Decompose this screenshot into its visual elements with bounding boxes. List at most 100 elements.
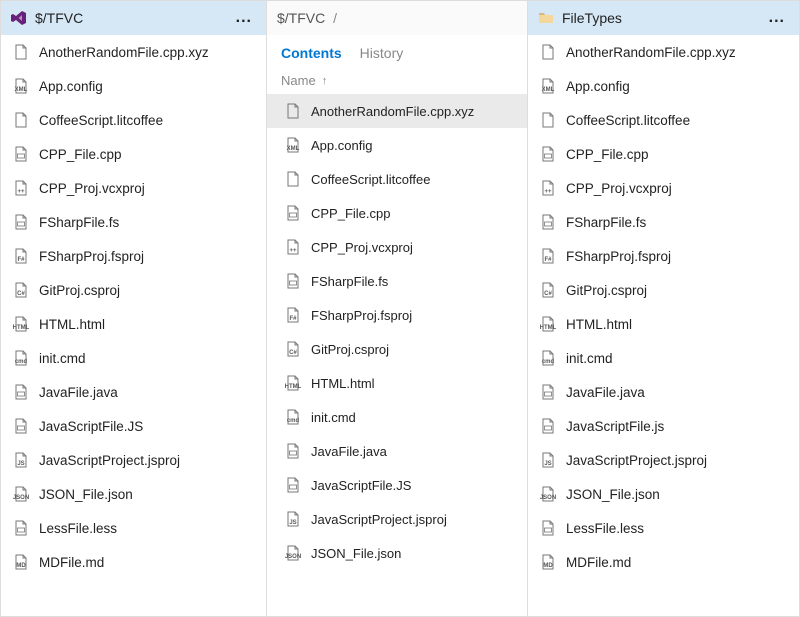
- file-name: CPP_Proj.vcxproj: [311, 240, 413, 255]
- file-name: FSharpFile.fs: [566, 215, 646, 230]
- svg-text:XML: XML: [287, 146, 300, 152]
- svg-text:XML: XML: [15, 87, 28, 93]
- file-item[interactable]: XML App.config: [1, 69, 266, 103]
- file-item[interactable]: FSharpFile.fs: [528, 205, 799, 239]
- file-item[interactable]: LessFile.less: [528, 511, 799, 545]
- file-item[interactable]: CPP_File.cpp: [267, 196, 527, 230]
- file-name: CPP_File.cpp: [39, 147, 122, 162]
- file-item[interactable]: JSONJSON_File.json: [267, 536, 527, 570]
- file-item[interactable]: C#GitProj.csproj: [528, 273, 799, 307]
- csproj-icon: C#: [13, 282, 29, 298]
- file-name: App.config: [39, 79, 103, 94]
- file-item[interactable]: XML App.config: [267, 128, 527, 162]
- file-item[interactable]: JavaFile.java: [528, 375, 799, 409]
- file-item[interactable]: CPP_File.cpp: [1, 137, 266, 171]
- file-item[interactable]: JSONJSON_File.json: [528, 477, 799, 511]
- file-item[interactable]: JSJavaScriptProject.jsproj: [528, 443, 799, 477]
- file-item[interactable]: MDMDFile.md: [528, 545, 799, 579]
- file-item[interactable]: cmdinit.cmd: [267, 400, 527, 434]
- file-item[interactable]: F#FSharpProj.fsproj: [1, 239, 266, 273]
- file-item[interactable]: F#FSharpProj.fsproj: [267, 298, 527, 332]
- svg-text:++: ++: [544, 189, 552, 195]
- file-name: GitProj.csproj: [311, 342, 389, 357]
- svg-text:JS: JS: [17, 461, 24, 467]
- xml-icon: XML: [285, 137, 301, 153]
- file-item[interactable]: MDMDFile.md: [1, 545, 266, 579]
- left-more-button[interactable]: ...: [232, 9, 256, 27]
- file-item[interactable]: JSJavaScriptProject.jsproj: [267, 502, 527, 536]
- file-name: init.cmd: [566, 351, 613, 366]
- file-item[interactable]: JavaFile.java: [1, 375, 266, 409]
- file-name: JavaScriptProject.jsproj: [39, 453, 180, 468]
- file-item[interactable]: C# GitProj.csproj: [267, 332, 527, 366]
- file-item[interactable]: HTMLHTML.html: [267, 366, 527, 400]
- csproj-icon: C#: [540, 282, 556, 298]
- file-name: JSON_File.json: [39, 487, 133, 502]
- java-icon: [285, 443, 301, 459]
- proj-icon: ++: [13, 180, 29, 196]
- file-item[interactable]: F#FSharpProj.fsproj: [528, 239, 799, 273]
- tab-history[interactable]: History: [360, 45, 404, 61]
- file-item[interactable]: cmdinit.cmd: [1, 341, 266, 375]
- file-name: FSharpFile.fs: [39, 215, 119, 230]
- file-name: CPP_Proj.vcxproj: [39, 181, 145, 196]
- file-item[interactable]: JavaScriptFile.JS: [267, 468, 527, 502]
- cpp-icon: [13, 146, 29, 162]
- file-item[interactable]: cmdinit.cmd: [528, 341, 799, 375]
- cpp-icon: [540, 146, 556, 162]
- file-item[interactable]: CoffeeScript.litcoffee: [528, 103, 799, 137]
- svg-text:C#: C#: [289, 350, 297, 356]
- file-item[interactable]: AnotherRandomFile.cpp.xyz: [1, 35, 266, 69]
- right-more-button[interactable]: ...: [765, 9, 789, 27]
- file-item[interactable]: JavaScriptFile.JS: [1, 409, 266, 443]
- svg-text:cmd: cmd: [287, 418, 300, 424]
- file-item[interactable]: ++CPP_Proj.vcxproj: [528, 171, 799, 205]
- proj-icon: ++: [285, 239, 301, 255]
- file-item[interactable]: CoffeeScript.litcoffee: [1, 103, 266, 137]
- file-item[interactable]: ++ CPP_Proj.vcxproj: [1, 171, 266, 205]
- file-name: AnotherRandomFile.cpp.xyz: [566, 45, 736, 60]
- jsproj-icon: JS: [13, 452, 29, 468]
- file-item[interactable]: AnotherRandomFile.cpp.xyz: [528, 35, 799, 69]
- file-name: JavaFile.java: [39, 385, 118, 400]
- file-item[interactable]: JavaScriptFile.js: [528, 409, 799, 443]
- file-item[interactable]: HTMLHTML.html: [1, 307, 266, 341]
- fsproj-icon: F#: [540, 248, 556, 264]
- tab-contents[interactable]: Contents: [281, 45, 342, 61]
- json-icon: JSON: [13, 486, 29, 502]
- file-name: FSharpProj.fsproj: [39, 249, 144, 264]
- breadcrumb-root[interactable]: $/TFVC: [277, 10, 325, 26]
- file-name: App.config: [311, 138, 372, 153]
- file-icon: [540, 112, 556, 128]
- file-icon: [13, 112, 29, 128]
- column-header-name[interactable]: Name ↑: [267, 67, 527, 94]
- file-item[interactable]: FSharpFile.fs: [1, 205, 266, 239]
- csproj-icon: C#: [285, 341, 301, 357]
- right-file-list[interactable]: AnotherRandomFile.cpp.xyz XMLApp.configCo…: [528, 35, 799, 616]
- file-name: App.config: [566, 79, 630, 94]
- file-item[interactable]: JSON JSON_File.json: [1, 477, 266, 511]
- file-item[interactable]: ++ CPP_Proj.vcxproj: [267, 230, 527, 264]
- right-pane-title: FileTypes: [562, 10, 765, 26]
- file-item[interactable]: JS JavaScriptProject.jsproj: [1, 443, 266, 477]
- file-item[interactable]: AnotherRandomFile.cpp.xyz: [267, 94, 527, 128]
- file-item[interactable]: C#GitProj.csproj: [1, 273, 266, 307]
- file-item[interactable]: HTMLHTML.html: [528, 307, 799, 341]
- file-name: HTML.html: [311, 376, 375, 391]
- svg-text:JSON: JSON: [540, 495, 556, 501]
- file-item[interactable]: CoffeeScript.litcoffee: [267, 162, 527, 196]
- file-item[interactable]: JavaFile.java: [267, 434, 527, 468]
- file-item[interactable]: XMLApp.config: [528, 69, 799, 103]
- sort-asc-icon: ↑: [322, 75, 328, 87]
- left-file-list[interactable]: AnotherRandomFile.cpp.xyz XML App.config Co…: [1, 35, 266, 616]
- file-item[interactable]: FSharpFile.fs: [267, 264, 527, 298]
- jsproj-icon: JS: [285, 511, 301, 527]
- svg-text:C#: C#: [17, 291, 25, 297]
- middle-breadcrumb: $/TFVC /: [267, 1, 527, 35]
- file-item[interactable]: LessFile.less: [1, 511, 266, 545]
- js-icon: [13, 418, 29, 434]
- fs-icon: [285, 273, 301, 289]
- file-item[interactable]: CPP_File.cpp: [528, 137, 799, 171]
- svg-text:++: ++: [17, 189, 25, 195]
- middle-file-list[interactable]: AnotherRandomFile.cpp.xyz XML App.config Co…: [267, 94, 527, 616]
